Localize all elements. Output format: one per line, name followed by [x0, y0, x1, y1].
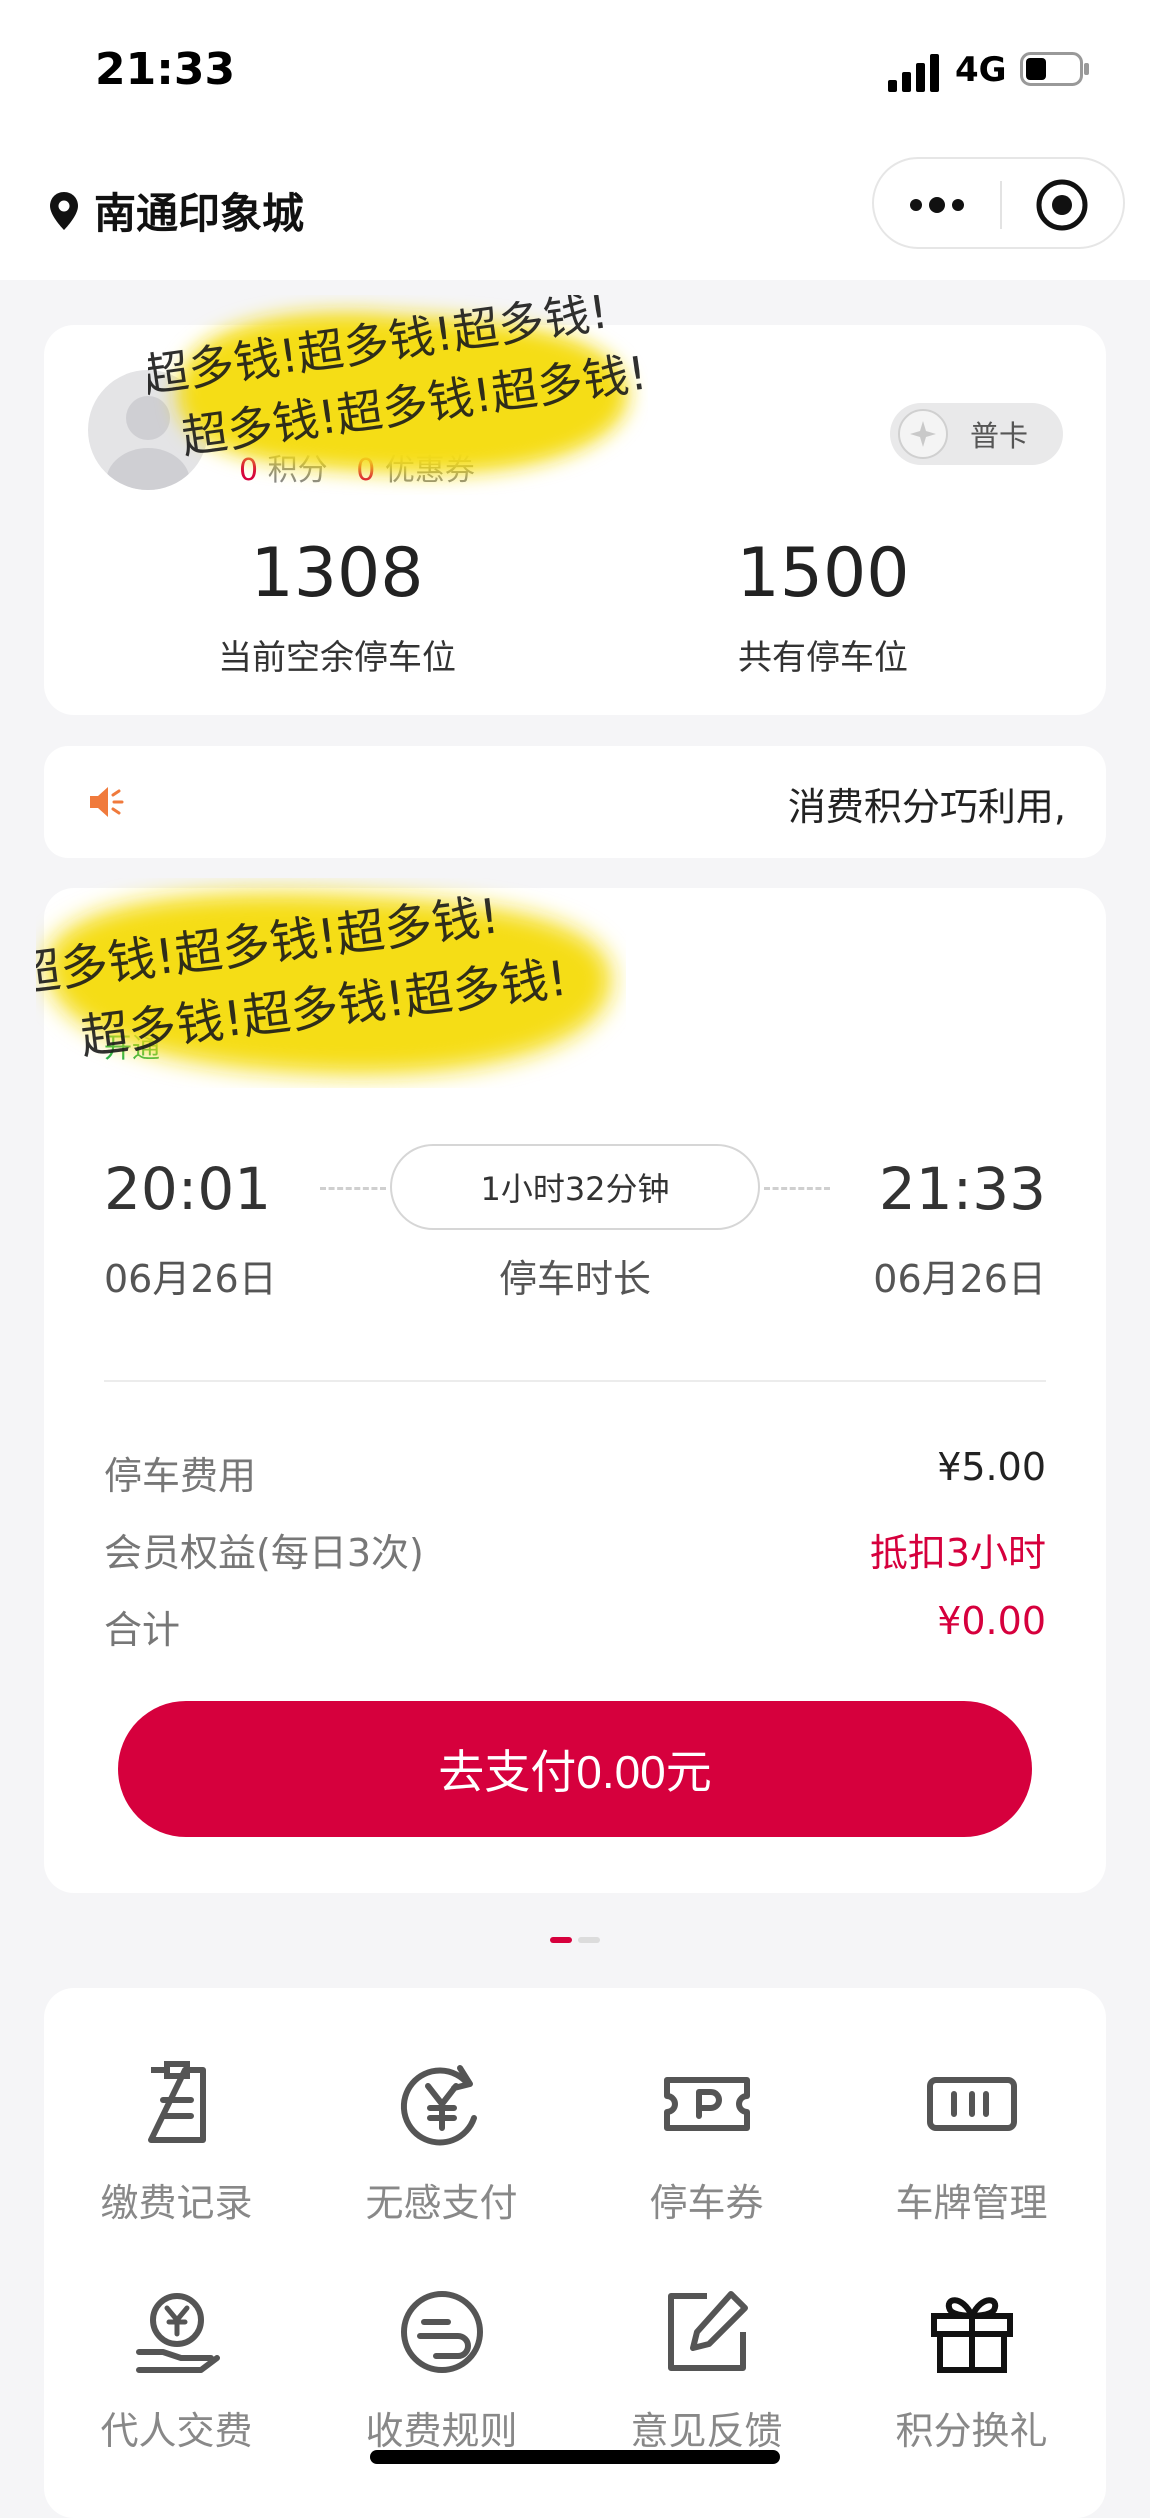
available-spaces-label: 当前空余停车位	[218, 638, 456, 678]
entry-time: 20:01	[104, 1155, 272, 1223]
battery-icon	[1020, 52, 1089, 86]
location-pin-icon	[50, 191, 78, 230]
service-label: 积分换礼	[895, 2409, 1048, 2453]
member-level-label: 普卡	[970, 419, 1029, 453]
parking-order-card: 开通 超多钱!超多钱!超多钱! 超多钱!超多钱!超多钱! 20:01 06月26…	[36, 888, 1106, 1893]
gift-icon	[930, 2297, 1013, 2373]
top-bar: 21:33 4G 南通印象城	[0, 0, 1150, 280]
member-benefit-label: 会员权益(每日3次)	[104, 1531, 424, 1575]
service-points-gifts[interactable]: 积分换礼	[839, 2286, 1104, 2455]
service-label: 收费规则	[365, 2409, 518, 2453]
fee-label: 停车费用	[104, 1454, 257, 1498]
duration-label: 停车时长	[498, 1257, 651, 1301]
signal-icon	[888, 54, 939, 92]
service-label: 意见反馈	[630, 2409, 783, 2453]
available-spaces-stat: 1308 当前空余停车位	[137, 540, 537, 679]
service-pay-for-others[interactable]: 代人交费	[44, 2286, 309, 2455]
network-type: 4G	[955, 50, 1007, 90]
divider	[104, 1380, 1046, 1382]
service-parking-coupons[interactable]: 停车券	[574, 2058, 839, 2227]
home-indicator[interactable]	[370, 2450, 780, 2464]
carousel-indicator	[550, 1937, 600, 1943]
service-label: 停车券	[649, 2181, 764, 2225]
services-grid: 缴费记录 无感支付 停车券 车牌管理 代人交费 收费规则 意见反馈 积分换礼	[44, 1988, 1106, 2518]
service-label: 缴费记录	[100, 2181, 253, 2225]
available-spaces-value: 1308	[250, 534, 424, 613]
total-value: ¥0.00	[937, 1599, 1046, 1643]
dashed-connector-left	[320, 1187, 386, 1190]
total-row: 合计 ¥0.00	[104, 1599, 1046, 1654]
redaction-scribble: 超多钱!超多钱!超多钱! 超多钱!超多钱!超多钱!	[148, 295, 648, 474]
carousel-dot-active[interactable]	[550, 1937, 572, 1943]
speaker-icon	[90, 787, 124, 817]
total-spaces-value: 1500	[736, 534, 910, 613]
capsule-divider	[1000, 181, 1002, 229]
member-benefit-row: 会员权益(每日3次) 抵扣3小时	[104, 1522, 1046, 1577]
duration-pill: 1小时32分钟	[390, 1144, 760, 1230]
member-level-badge[interactable]: 普卡	[890, 403, 1063, 465]
member-benefit-value: 抵扣3小时	[869, 1531, 1046, 1575]
service-feedback[interactable]: 意见反馈	[574, 2286, 839, 2455]
feedback-edit-icon	[667, 2291, 748, 2371]
service-payment-records[interactable]: 缴费记录	[44, 2058, 309, 2227]
close-target-icon[interactable]	[1034, 177, 1090, 233]
exit-time: 21:33	[878, 1155, 1046, 1223]
service-label: 车牌管理	[895, 2181, 1048, 2225]
total-spaces-label: 共有停车位	[738, 638, 908, 678]
yuan-cycle-icon	[400, 2065, 477, 2146]
service-fee-rules[interactable]: 收费规则	[309, 2286, 574, 2455]
service-label: 无感支付	[365, 2181, 518, 2225]
receipt-icon	[147, 2061, 206, 2143]
pay-button[interactable]: 去支付0.00元	[118, 1701, 1032, 1837]
notice-bar[interactable]: 消费积分巧利用,	[44, 746, 1106, 858]
license-plate-icon	[926, 2077, 1017, 2131]
service-label: 代人交费	[100, 2409, 253, 2453]
miniprogram-capsule	[872, 157, 1125, 249]
parking-ticket-icon	[663, 2077, 750, 2131]
rules-icon	[400, 2291, 483, 2373]
total-label: 合计	[104, 1608, 181, 1652]
total-spaces-stat: 1500 共有停车位	[623, 540, 1023, 679]
service-contactless-pay[interactable]: 无感支付	[309, 2058, 574, 2227]
star-coin-icon	[898, 409, 948, 459]
more-icon[interactable]	[904, 185, 970, 225]
redaction-scribble: 超多钱!超多钱!超多钱! 超多钱!超多钱!超多钱!	[36, 888, 612, 1075]
hand-yuan-icon	[135, 2293, 220, 2373]
location-selector[interactable]: 南通印象城	[48, 180, 304, 241]
status-time: 21:33	[95, 44, 236, 95]
carousel-dot[interactable]	[578, 1937, 600, 1943]
dashed-connector-right	[764, 1187, 830, 1190]
exit-date: 06月26日	[873, 1257, 1046, 1301]
member-card: 0 积分 0 优惠券 超多钱!超多钱!超多钱! 超多钱!超多钱!超多钱! 普卡 …	[44, 295, 1106, 715]
fee-value: ¥5.00	[937, 1445, 1046, 1489]
notice-text: 消费积分巧利用,	[787, 785, 1066, 829]
fee-row: 停车费用 ¥5.00	[104, 1445, 1046, 1500]
service-plate-management[interactable]: 车牌管理	[839, 2058, 1104, 2227]
entry-date: 06月26日	[104, 1257, 277, 1301]
location-name: 南通印象城	[94, 189, 305, 238]
